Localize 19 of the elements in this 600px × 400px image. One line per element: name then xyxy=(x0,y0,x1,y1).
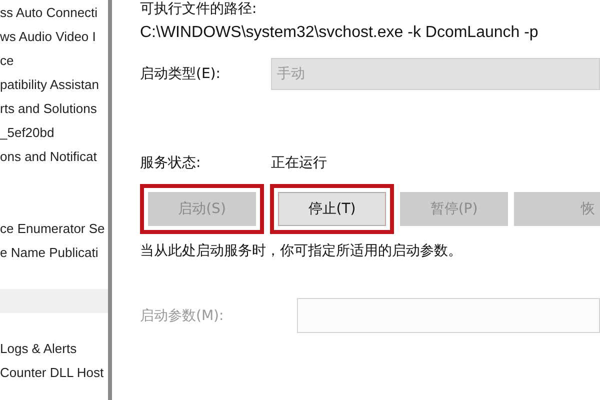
path-label: 可执行文件的路径: xyxy=(140,0,258,18)
service-list-item[interactable]: ws Audio Video I xyxy=(0,25,108,49)
service-list-item[interactable]: e Name Publicati xyxy=(0,241,108,265)
hint-text: 当从此处启动服务时，你可指定所适用的启动参数。 xyxy=(140,242,463,260)
service-list-item[interactable]: Counter DLL Host xyxy=(0,361,108,385)
start-parameters-label: 启动参数(M): xyxy=(140,306,225,324)
service-list-item[interactable]: rts and Solutions xyxy=(0,97,108,121)
path-value: C:\WINDOWS\system32\svchost.exe -k DcomLaunch -p xyxy=(140,24,540,42)
service-list-item[interactable]: _5ef20bd xyxy=(0,121,108,145)
service-status-value: 正在运行 xyxy=(271,154,327,172)
startup-type-label: 启动类型(E): xyxy=(140,65,222,83)
service-control-button[interactable]: 停止(T) xyxy=(278,192,386,226)
service-list-item[interactable]: patibility Assistan xyxy=(0,73,108,97)
service-list-item[interactable]: ss Auto Connecti xyxy=(0,1,108,25)
service-list-item[interactable]: ce xyxy=(0,49,108,73)
service-list-item[interactable]: ce Enumerator Se xyxy=(0,217,108,241)
service-list-item[interactable]: ons and Notificat xyxy=(0,145,108,169)
service-status-label: 服务状态: xyxy=(140,154,202,172)
service-list-item[interactable]: Logs & Alerts xyxy=(0,337,108,361)
